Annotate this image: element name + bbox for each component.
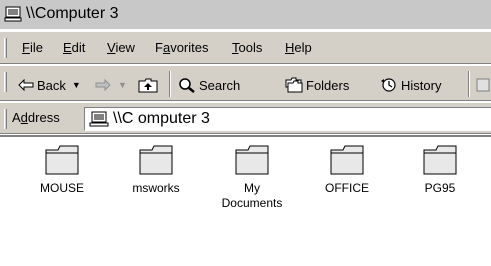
folder-icon	[423, 145, 457, 175]
up-folder-icon	[138, 78, 158, 93]
folder-icon	[235, 145, 269, 175]
history-label: History	[401, 77, 442, 93]
up-button[interactable]	[138, 75, 161, 95]
folder-icon	[139, 145, 173, 175]
folder-item-msworks[interactable]: msworks	[116, 145, 196, 196]
search-icon	[179, 78, 195, 93]
menu-view[interactable]: View	[107, 40, 135, 55]
back-arrow-icon	[18, 79, 34, 91]
folder-label: PG95	[424, 181, 456, 195]
title-bar: \\Computer 3	[0, 0, 491, 30]
menu-bar: File Edit View Favorites Tools Help	[0, 31, 491, 64]
address-grip[interactable]	[4, 109, 7, 129]
folder-label: My Documents	[221, 181, 283, 210]
forward-button[interactable]: ▼	[95, 75, 127, 95]
computer-icon	[89, 111, 109, 127]
folder-item-office[interactable]: OFFICE	[307, 145, 387, 196]
search-label: Search	[199, 77, 241, 93]
back-label: Back	[37, 77, 66, 93]
address-label: Address	[12, 110, 60, 125]
move-to-icon[interactable]	[476, 77, 491, 93]
folders-button[interactable]: Folders	[285, 75, 349, 95]
menu-grip[interactable]	[4, 38, 7, 58]
back-dropdown-icon[interactable]: ▼	[72, 80, 81, 90]
folder-item-my-documents[interactable]: My Documents	[212, 145, 292, 211]
forward-dropdown-icon[interactable]: ▼	[118, 80, 127, 90]
address-input[interactable]: \\C omputer 3	[84, 107, 491, 131]
computer-icon	[4, 6, 22, 22]
folders-icon	[285, 77, 303, 93]
folder-label: OFFICE	[325, 181, 369, 195]
menu-favorites[interactable]: Favorites	[155, 40, 208, 55]
menu-help[interactable]: Help	[285, 40, 312, 55]
menu-edit[interactable]: Edit	[63, 40, 85, 55]
history-button[interactable]: History	[380, 75, 441, 95]
folder-view: MOUSE msworks My Documents OFFICE PG95	[0, 135, 491, 266]
window-title: \\Computer 3	[26, 5, 119, 22]
standard-toolbar: Back ▼ ▼ Search Folders History	[0, 65, 491, 101]
history-icon	[381, 78, 396, 92]
menu-file[interactable]: File	[22, 40, 43, 55]
address-bar: Address \\C omputer 3	[0, 102, 491, 134]
toolbar-separator	[468, 71, 470, 97]
folders-label: Folders	[306, 77, 350, 93]
search-button[interactable]: Search	[178, 75, 240, 95]
forward-arrow-icon	[95, 79, 111, 91]
address-value: \\C omputer 3	[113, 110, 210, 127]
folder-label: msworks	[132, 181, 180, 195]
folder-icon	[330, 145, 364, 175]
folder-item-mouse[interactable]: MOUSE	[22, 145, 102, 196]
folder-icon	[45, 145, 79, 175]
toolbar-separator	[169, 71, 171, 97]
menu-tools[interactable]: Tools	[232, 40, 262, 55]
folder-label: MOUSE	[39, 181, 84, 195]
folder-item-pg95[interactable]: PG95	[400, 145, 480, 196]
toolbar-grip[interactable]	[4, 72, 7, 92]
back-button[interactable]: Back ▼	[18, 75, 81, 95]
